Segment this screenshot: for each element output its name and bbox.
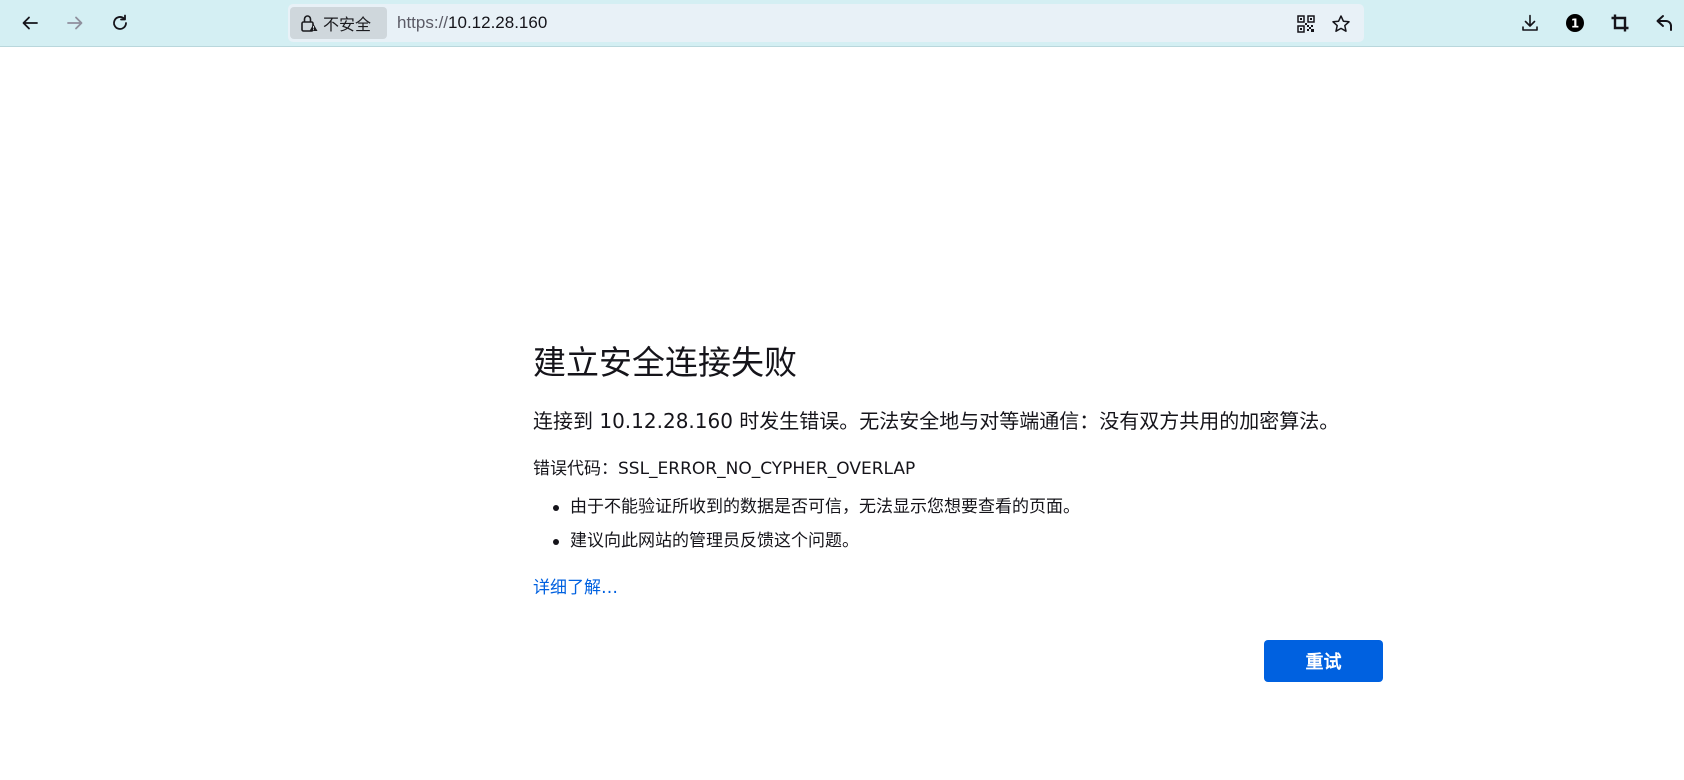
url-bar[interactable]: 不安全 https://10.12.28.160 xyxy=(288,4,1364,42)
notification-count: 1 xyxy=(1571,17,1579,31)
lock-warning-icon xyxy=(301,15,318,32)
downloads-button[interactable] xyxy=(1516,9,1544,37)
undo-button[interactable] xyxy=(1651,9,1679,37)
notification-badge-icon: 1 xyxy=(1566,14,1584,32)
undo-arrow-icon xyxy=(1656,15,1672,31)
qr-code-button[interactable] xyxy=(1294,12,1318,36)
star-icon xyxy=(1332,15,1350,32)
site-security-indicator[interactable]: 不安全 xyxy=(290,7,387,39)
arrow-left-icon xyxy=(22,16,38,30)
learn-more-link[interactable]: 详细了解… xyxy=(533,573,618,598)
error-code: 错误代码：SSL_ERROR_NO_CYPHER_OVERLAP xyxy=(533,459,916,479)
error-details-list: 由于不能验证所收到的数据是否可信，无法显示您想要查看的页面。 建议向此网站的管理… xyxy=(553,495,1080,563)
url-scheme: https:// xyxy=(397,13,449,32)
page-title: 建立安全连接失败 xyxy=(533,343,797,382)
error-short-description: 连接到 10.12.28.160 时发生错误。无法安全地与对等端通信：没有双方共… xyxy=(533,409,1340,433)
forward-button[interactable] xyxy=(60,8,90,38)
reload-icon xyxy=(113,14,127,30)
back-button[interactable] xyxy=(15,8,45,38)
url-text[interactable]: https://10.12.28.160 xyxy=(397,13,547,33)
list-item: 建议向此网站的管理员反馈这个问题。 xyxy=(553,529,1080,563)
list-item: 由于不能验证所收到的数据是否可信，无法显示您想要查看的页面。 xyxy=(553,495,1080,529)
url-host: 10.12.28.160 xyxy=(448,13,548,32)
crop-icon xyxy=(1611,14,1629,32)
extension-button[interactable]: 1 xyxy=(1561,9,1589,37)
bookmark-star-button[interactable] xyxy=(1329,12,1353,36)
arrow-right-icon xyxy=(67,16,83,30)
browser-toolbar: 不安全 https://10.12.28.160 1 xyxy=(0,0,1684,47)
qr-code-icon xyxy=(1297,15,1315,33)
reload-button[interactable] xyxy=(105,8,135,38)
security-label: 不安全 xyxy=(323,15,372,34)
retry-button[interactable]: 重试 xyxy=(1264,640,1383,682)
download-icon xyxy=(1522,14,1538,31)
screenshot-crop-button[interactable] xyxy=(1606,9,1634,37)
